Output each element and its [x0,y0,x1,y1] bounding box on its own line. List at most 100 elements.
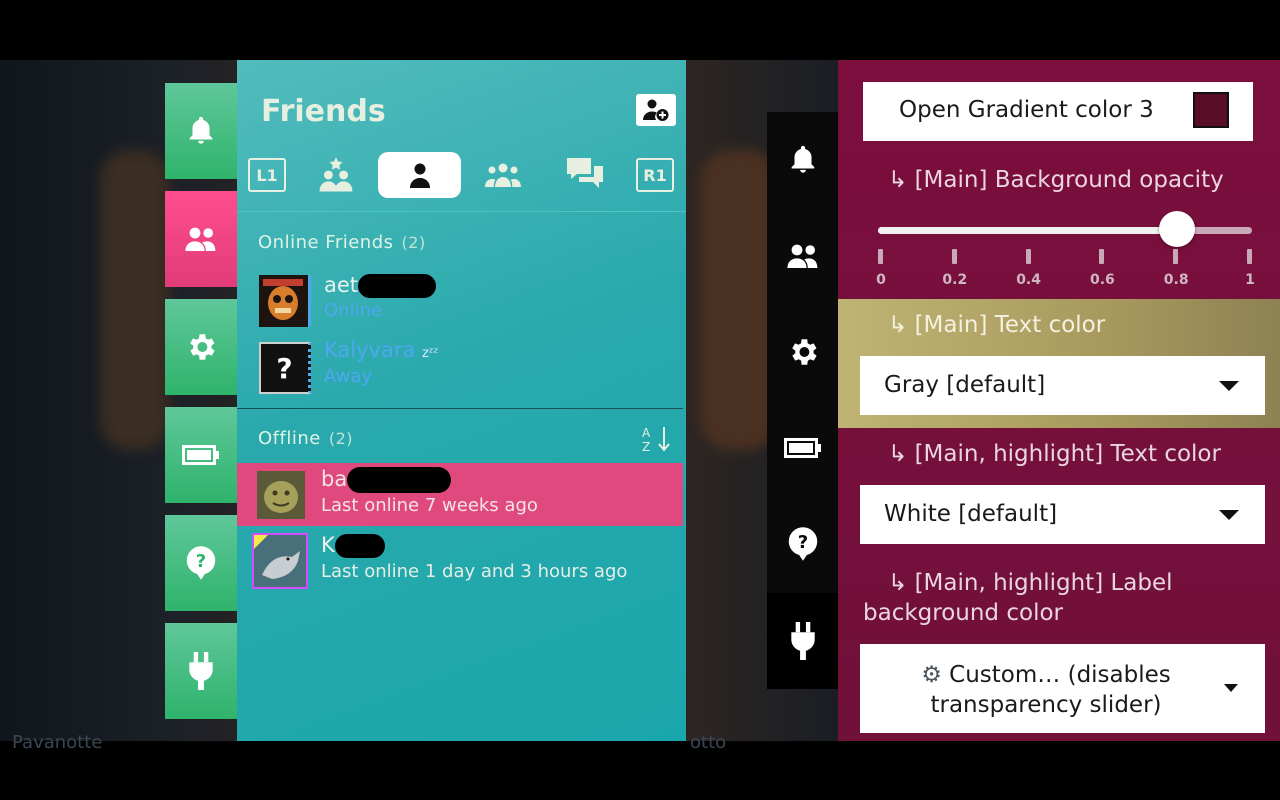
tab-chats[interactable] [562,152,608,198]
add-friend-button[interactable] [636,94,676,126]
text-color-setting: ↳ [Main] Text color Gray [default] [838,299,1280,428]
help-icon: ? [186,546,216,580]
slider-tick-label: 0.4 [1016,272,1041,288]
highlight-label-bg-dropdown[interactable]: ⚙ Custom… (disables transparency slider) [860,644,1265,733]
slider-tick-label: 1 [1245,272,1255,288]
battery-button[interactable] [767,400,839,496]
friend-status: Online [324,300,383,321]
battery-icon [784,438,821,458]
dropdown-value: White [default] [884,501,1058,527]
redaction [334,534,385,558]
page-title: Friends [261,94,386,129]
online-section-header: Online Friends (2) [258,232,426,253]
color-swatch [1193,92,1229,128]
opacity-slider-knob[interactable] [1159,211,1196,247]
highlight-label-bg-label: ↳ [Main, highlight] Label [888,570,1173,596]
battery-icon [182,445,219,465]
gear-icon [190,334,215,360]
tab-friends[interactable] [378,152,461,198]
favorite-friends-icon [319,157,353,192]
gradient-color-button[interactable]: Open Gradient color 3 [863,82,1253,141]
settings-panel: Open Gradient color 3 ↳ [Main] Backgroun… [838,60,1280,741]
svg-text:Z: Z [642,440,650,454]
dropdown-value-text: Custom… (disables [949,662,1171,688]
gear-icon: ⚙ [921,662,942,688]
friend-status: Last online 7 weeks ago [321,495,538,516]
friend-name: ba [321,467,452,493]
friend-row[interactable]: ba Last online 7 weeks ago [237,463,683,526]
chevron-down-icon [1224,684,1238,692]
slider-tick-label: 0 [876,272,886,288]
sort-az-icon: AZ [642,426,670,454]
help-button[interactable]: ? [165,515,237,611]
friend-row[interactable]: aet Online [237,270,683,332]
text-color-dropdown[interactable]: Gray [default] [860,356,1265,415]
svg-text:?: ? [798,532,808,553]
friend-status: Last online 1 day and 3 hours ago [321,561,628,582]
friend-name: aet [324,273,437,298]
friend-status: Away [324,366,372,387]
highlight-label-bg-label-cont: background color [863,600,1063,626]
slider-tick [1173,249,1179,264]
friend-row[interactable]: K Last online 1 day and 3 hours ago [237,530,683,594]
plugins-button[interactable] [165,623,237,719]
tab-favorites[interactable] [315,152,357,198]
dropdown-value: ⚙ Custom… (disables transparency slider) [860,660,1232,720]
divider [237,211,686,212]
tab-shoulder-right[interactable]: R1 [635,152,675,198]
background-game-title: Pavanotte [12,732,103,753]
dropdown-value: Gray [default] [884,372,1046,398]
notifications-button[interactable] [165,83,237,179]
unknown-avatar-glyph: ? [276,351,293,385]
slider-tick [1099,249,1105,264]
avatar [252,533,308,589]
svg-text:?: ? [196,551,206,572]
opacity-slider-track[interactable] [878,227,1252,234]
settings-button[interactable] [767,304,839,400]
l1-label: L1 [248,158,286,192]
dropdown-value-line2: transparency slider) [930,692,1162,718]
highlight-text-color-dropdown[interactable]: White [default] [860,485,1265,544]
friend-row[interactable]: ? Kalyvara zᶻᶻ Away [237,338,683,400]
slider-tick [878,249,883,264]
friend-name-text: ba [321,467,348,491]
notifications-button[interactable] [767,112,839,208]
group-icon [485,163,521,187]
chevron-down-icon [1219,381,1239,391]
section-label: Online Friends [258,232,394,253]
avatar: ? [259,342,311,394]
battery-button[interactable] [165,407,237,503]
friend-name: Kalyvara zᶻᶻ [324,338,438,362]
friend-name: K [321,533,385,558]
plug-icon [189,652,213,690]
away-marker: zᶻᶻ [422,346,439,361]
redaction [347,467,452,493]
background-game-title: otto [690,732,727,753]
slider-tick [951,249,957,264]
friends-icon [185,227,216,251]
text-color-label: ↳ [Main] Text color [888,312,1106,338]
settings-button[interactable] [165,299,237,395]
slider-tick-label: 0.8 [1163,272,1189,288]
bell-icon [791,145,815,173]
gradient-button-label: Open Gradient color 3 [899,97,1154,123]
friends-button[interactable] [165,191,237,287]
opacity-label: ↳ [Main] Background opacity [888,167,1224,193]
tab-groups[interactable] [482,152,524,198]
highlight-text-color-label: ↳ [Main, highlight] Text color [888,441,1221,467]
svg-text:A: A [642,426,651,440]
friends-tabs: L1 R1 [237,152,686,200]
friend-name-text: Kalyvara [324,338,416,362]
tab-shoulder-left[interactable]: L1 [247,152,287,198]
friends-button[interactable] [767,208,839,304]
slider-tick-label: 0.2 [942,272,968,288]
plugins-button[interactable] [767,593,839,689]
bell-icon [189,116,213,144]
dropdown-value-line1: ⚙ Custom… (disables [860,660,1232,690]
help-button[interactable]: ? [767,496,839,592]
slider-tick [1025,249,1031,264]
friend-name-text: aet [324,273,359,297]
plug-icon [791,622,815,660]
sort-button[interactable]: AZ [640,424,674,458]
chat-icon [567,158,603,188]
